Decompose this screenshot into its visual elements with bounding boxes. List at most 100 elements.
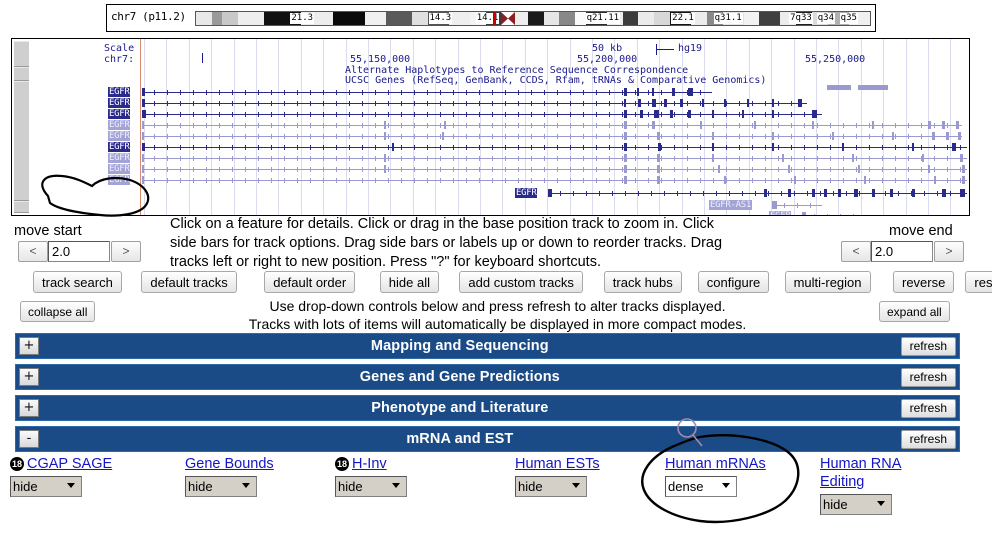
toolbar-button-track-hubs[interactable]: track hubs (603, 271, 682, 293)
gene-exon[interactable] (952, 143, 956, 151)
gene-exon[interactable] (392, 143, 394, 151)
ideogram-band-bar[interactable]: 21.3 14.3 14.1 q21.11 22.1 q31.1 7q33 q34 q35 (195, 11, 871, 26)
gene-exon[interactable] (962, 165, 965, 173)
gene-exon[interactable] (654, 110, 659, 118)
gene-label[interactable]: EGFR (108, 131, 131, 141)
gene-label[interactable]: EGFR (108, 87, 131, 97)
gene-exon[interactable] (624, 88, 627, 96)
track-link[interactable]: H-Inv (352, 456, 387, 472)
gene-exon[interactable] (928, 165, 930, 173)
gene-exon[interactable] (700, 121, 702, 129)
gene-row[interactable]: EGFR-AS1 (12, 200, 969, 210)
gene-row[interactable]: EGFR (12, 87, 969, 97)
gene-exon[interactable] (942, 189, 946, 197)
track-link[interactable]: Gene Bounds (185, 456, 274, 472)
gene-exon[interactable] (772, 201, 777, 209)
track-visibility-select[interactable]: hidedensesquishpackfull (665, 476, 737, 497)
gene-exon[interactable] (772, 143, 774, 151)
track-group-mapping-and-sequencing[interactable]: + Mapping and Sequencing refresh (15, 333, 960, 359)
collapse-all-button[interactable]: collapse all (20, 301, 96, 322)
browser-toolbar[interactable]: track search default tracks default order h… (33, 271, 992, 295)
gene-exon[interactable] (384, 154, 386, 162)
gene-exon[interactable] (712, 132, 714, 140)
gene-exon[interactable] (712, 154, 714, 162)
track-group-mrna-and-est[interactable]: - mRNA and EST refresh (15, 426, 960, 452)
gene-exon[interactable] (637, 88, 639, 96)
gene-exon[interactable] (688, 88, 693, 96)
gene-exon[interactable] (680, 99, 683, 107)
gene-exon[interactable] (652, 88, 654, 96)
gene-row[interactable]: EGFR (12, 188, 969, 198)
gene-exon[interactable] (764, 189, 767, 197)
gene-label[interactable]: EGFR (108, 120, 131, 130)
gene-exon[interactable] (672, 88, 675, 96)
gene-exon[interactable] (624, 176, 627, 184)
gene-exon[interactable] (962, 176, 965, 184)
gene-exon[interactable] (912, 189, 915, 197)
gene-exon[interactable] (142, 121, 144, 129)
move-end-input[interactable] (871, 241, 933, 262)
gene-exon[interactable] (782, 154, 784, 162)
gene-exon[interactable] (142, 132, 144, 140)
gene-label[interactable]: EGFR (515, 188, 538, 198)
chromosome-ideogram[interactable]: chr7 (p11.2) 21.3 14.3 14.1 q21.11 22.1 q31.1… (106, 4, 876, 32)
gene-exon[interactable] (640, 110, 643, 118)
gene-exon[interactable] (384, 132, 386, 140)
track-visibility-select[interactable]: hidedensesquishpackfull (335, 476, 407, 497)
gene-exon[interactable] (788, 165, 790, 173)
gene-exon[interactable] (548, 189, 552, 197)
gene-label[interactable]: EGFR-AS1 (709, 200, 752, 210)
gene-exon[interactable] (624, 143, 627, 151)
move-start-left-button[interactable]: < (18, 241, 48, 262)
gene-exon[interactable] (864, 176, 866, 184)
gene-exon[interactable] (670, 110, 673, 118)
toolbar-button-default-order[interactable]: default order (264, 271, 356, 293)
gene-exon[interactable] (802, 212, 806, 215)
track-link[interactable]: Human ESTs (515, 456, 600, 472)
gene-row[interactable]: EGFR (12, 120, 969, 130)
gene-exon[interactable] (798, 99, 802, 107)
gene-label[interactable]: EGFR (108, 153, 131, 163)
gene-exon[interactable] (657, 132, 660, 140)
gene-exon[interactable] (142, 88, 145, 96)
gene-label[interactable]: EGFR (108, 109, 131, 119)
gene-exon[interactable] (772, 132, 774, 140)
gene-exon[interactable] (892, 132, 894, 140)
move-end-left-button[interactable]: < (841, 241, 871, 262)
gene-row[interactable]: EGFR (12, 109, 969, 119)
toolbar-button-multi-region[interactable]: multi-region (784, 271, 871, 293)
gene-exon[interactable] (384, 121, 386, 129)
gene-exon[interactable] (442, 132, 444, 140)
track-visibility-select[interactable]: hidedensesquishpackfull (185, 476, 257, 497)
gene-exon[interactable] (742, 110, 744, 118)
gene-row[interactable]: EGFR (12, 153, 969, 163)
gene-label[interactable]: EGFR (108, 164, 131, 174)
gene-exon[interactable] (624, 121, 627, 129)
gene-exon[interactable] (956, 121, 959, 129)
gene-exon[interactable] (444, 121, 446, 129)
track-visibility-select[interactable]: hidedensesquishpackfull (515, 476, 587, 497)
gene-exon[interactable] (624, 99, 626, 107)
gene-label[interactable]: EGFR (108, 175, 131, 185)
gene-exon[interactable] (624, 154, 627, 162)
gene-exon[interactable] (788, 189, 791, 197)
track-link[interactable]: CGAP SAGE (27, 456, 112, 472)
group-refresh-button[interactable]: refresh (900, 336, 956, 356)
track-visibility-select[interactable]: hidedensesquishpackfull (820, 494, 892, 515)
gene-exon[interactable] (772, 99, 774, 107)
gene-exon[interactable] (872, 121, 874, 129)
gene-exon[interactable] (832, 132, 834, 140)
gene-row[interactable]: EGFR (12, 175, 969, 185)
gene-exon[interactable] (142, 143, 145, 151)
gene-exon[interactable] (724, 176, 726, 184)
gene-exon[interactable] (946, 132, 949, 140)
track-group-phenotype-and-literature[interactable]: + Phenotype and Literature refresh (15, 395, 960, 421)
gene-exon[interactable] (912, 143, 914, 151)
expand-all-button[interactable]: expand all (879, 301, 950, 322)
gene-exon[interactable] (718, 165, 720, 173)
gene-exon[interactable] (384, 165, 386, 173)
move-start-input[interactable] (48, 241, 110, 262)
gene-row[interactable]: EGFR (12, 98, 969, 108)
toolbar-button-reverse[interactable]: reverse (893, 271, 955, 293)
gene-exon[interactable] (854, 189, 858, 197)
